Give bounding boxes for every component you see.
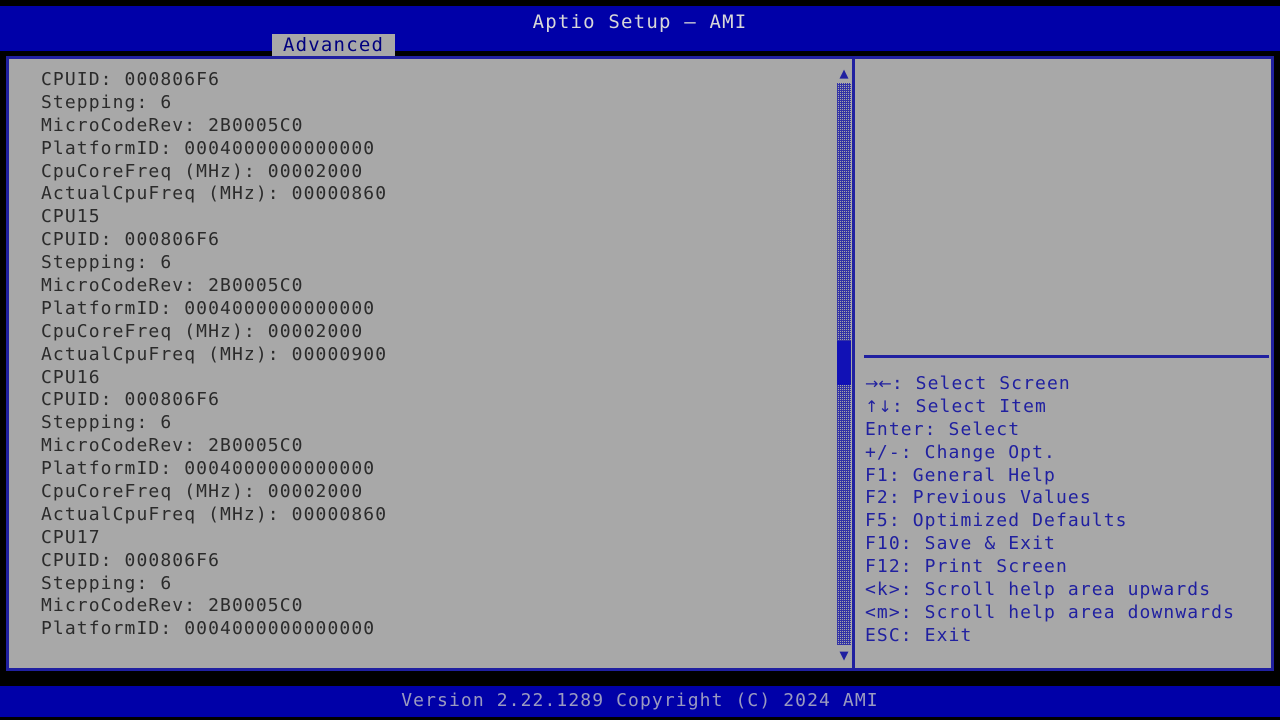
cpu-info-row: PlatformID: 0004000000000000: [41, 137, 376, 159]
tab-bar: Advanced: [0, 34, 1280, 57]
help-key-label: : Select Item: [891, 395, 1047, 417]
cpu-info-row: CPUID: 000806F6: [41, 229, 221, 251]
main-frame: CPUID: 000806F6 Stepping: 6 MicroCodeRev: …: [6, 56, 1274, 671]
header-bar: Aptio Setup – AMI Advanced: [0, 6, 1280, 57]
cpu-info-row: Stepping: 6: [41, 252, 173, 274]
scrollbar-thumb[interactable]: [837, 341, 851, 385]
cpu-info-row: ActualCpuFreq (MHz): 00000860: [41, 503, 388, 525]
version-text: Version 2.22.1289 Copyright (C) 2024 AMI: [401, 690, 879, 711]
help-key-label: F2: Previous Values: [865, 487, 1092, 509]
cpu-info-row: CPU16: [41, 366, 101, 388]
help-key-label: F12: Print Screen: [865, 556, 1068, 578]
help-pane: →←: Select Screen ↑↓: Select Item Enter: S…: [855, 59, 1271, 668]
cpu-info-list: CPUID: 000806F6 Stepping: 6 MicroCodeRev: …: [41, 69, 821, 641]
help-key-glyph-icon: →←: [865, 374, 892, 393]
help-key-label: F5: Optimized Defaults: [865, 510, 1128, 532]
help-key-row: F1: General Help: [865, 465, 1270, 488]
cpu-info-row: CPUID: 000806F6: [41, 69, 221, 90]
cpu-info-row: CPU17: [41, 526, 101, 548]
help-key-label: F10: Save & Exit: [865, 533, 1056, 555]
cpu-info-row: CpuCoreFreq (MHz): 00002000: [41, 320, 364, 342]
cpu-info-row: CPU15: [41, 206, 101, 228]
cpu-info-row: CpuCoreFreq (MHz): 00002000: [41, 481, 364, 503]
help-key-label: <k>: Scroll help area upwards: [865, 579, 1212, 601]
help-key-row: F10: Save & Exit: [865, 533, 1270, 556]
page-title: Aptio Setup – AMI: [532, 11, 748, 33]
help-key-label: +/-: Change Opt.: [865, 441, 1056, 463]
cpu-info-row: Stepping: 6: [41, 572, 173, 594]
cpu-info-row: ActualCpuFreq (MHz): 00000860: [41, 183, 388, 205]
help-key-label: : Select Screen: [891, 373, 1071, 394]
help-key-label: Enter: Select: [865, 418, 1021, 440]
help-key-row: F5: Optimized Defaults: [865, 510, 1270, 533]
cpu-info-row: PlatformID: 0004000000000000: [41, 458, 376, 480]
cpu-info-row: CPUID: 000806F6: [41, 389, 221, 411]
help-key-row: <k>: Scroll help area upwards: [865, 579, 1270, 602]
tab-advanced[interactable]: Advanced: [272, 34, 396, 57]
help-key-row: Enter: Select: [865, 419, 1270, 442]
help-key-row: ↑↓: Select Item: [865, 396, 1270, 419]
help-key-list: →←: Select Screen ↑↓: Select Item Enter: S…: [865, 373, 1270, 648]
footer-bar: Version 2.22.1289 Copyright (C) 2024 AMI: [0, 686, 1280, 717]
cpu-info-row: MicroCodeRev: 2B0005C0: [41, 435, 304, 457]
frame-inner: CPUID: 000806F6 Stepping: 6 MicroCodeRev: …: [9, 59, 1271, 668]
cpu-info-row: Stepping: 6: [41, 91, 173, 113]
cpu-info-pane: CPUID: 000806F6 Stepping: 6 MicroCodeRev: …: [9, 59, 852, 668]
help-key-row: <m>: Scroll help area downwards: [865, 602, 1270, 625]
scroll-up-arrow-icon[interactable]: ▲: [836, 66, 852, 81]
help-separator: [864, 355, 1269, 358]
help-key-label: F1: General Help: [865, 464, 1056, 486]
cpu-info-row: CpuCoreFreq (MHz): 00002000: [41, 160, 364, 182]
help-key-row: →←: Select Screen: [865, 373, 1270, 396]
help-key-label: <m>: Scroll help area downwards: [865, 601, 1236, 623]
cpu-info-row: PlatformID: 0004000000000000: [41, 618, 376, 640]
cpu-info-row: CPUID: 000806F6: [41, 549, 221, 571]
scroll-down-arrow-icon[interactable]: ▼: [836, 648, 852, 663]
help-key-glyph-icon: ↑↓: [865, 396, 892, 416]
bios-setup-screen: Aptio Setup – AMI Advanced CPUID: 000806…: [0, 0, 1280, 720]
cpu-info-row: PlatformID: 0004000000000000: [41, 297, 376, 319]
cpu-info-row: ActualCpuFreq (MHz): 00000900: [41, 343, 388, 365]
help-key-row: ESC: Exit: [865, 625, 1270, 648]
cpu-info-row: Stepping: 6: [41, 412, 173, 434]
help-key-row: F12: Print Screen: [865, 556, 1270, 579]
help-key-label: ESC: Exit: [865, 624, 973, 646]
help-key-row: F2: Previous Values: [865, 487, 1270, 510]
cpu-info-row: MicroCodeRev: 2B0005C0: [41, 595, 304, 617]
cpu-info-row: MicroCodeRev: 2B0005C0: [41, 275, 304, 297]
help-key-row: +/-: Change Opt.: [865, 442, 1270, 465]
cpu-info-row: MicroCodeRev: 2B0005C0: [41, 114, 304, 136]
